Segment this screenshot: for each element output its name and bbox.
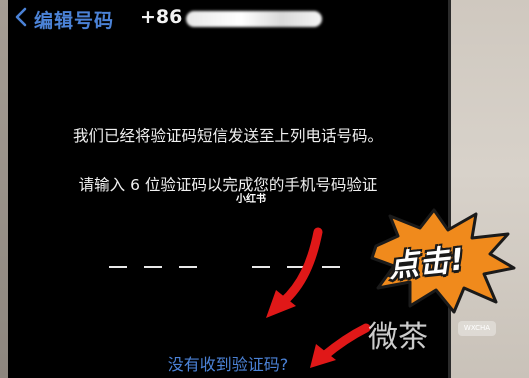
click-callout-label: 点击! xyxy=(386,242,467,285)
red-arrow-icon xyxy=(310,323,371,368)
watermark-badge: WXCHA xyxy=(458,321,496,336)
red-arrow-icon xyxy=(266,227,323,318)
